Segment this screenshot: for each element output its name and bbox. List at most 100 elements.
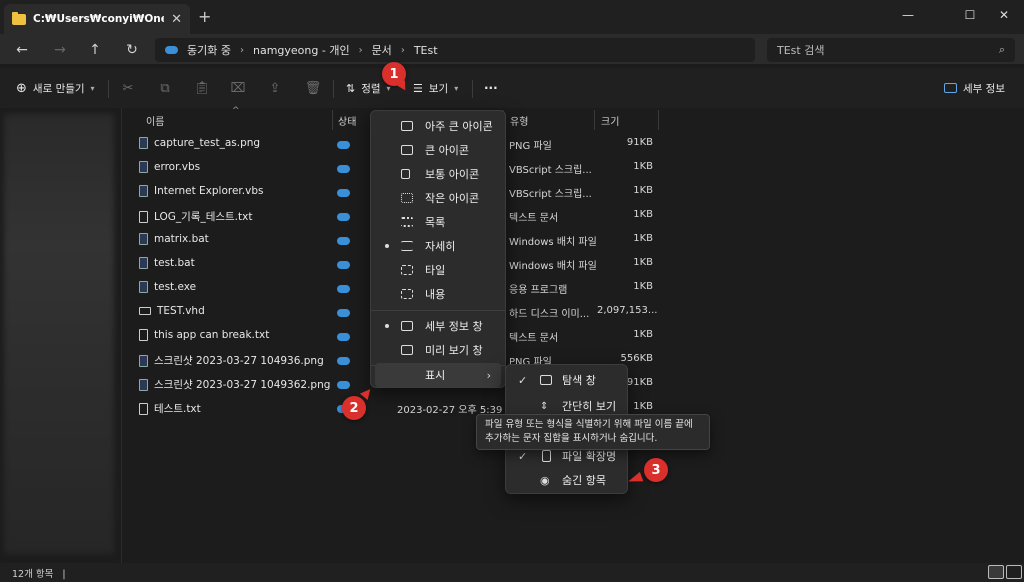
- menu-item-label: 간단히 보기: [562, 400, 617, 413]
- details-view-icon: [401, 241, 413, 251]
- search-box[interactable]: ⌕: [767, 38, 1015, 62]
- file-extension-icon: [542, 450, 551, 462]
- tab-onedrive[interactable]: C:₩Users₩conyi₩OneDrive₩ ✕: [4, 4, 190, 34]
- menu-item-content[interactable]: 내용: [375, 282, 501, 306]
- cloud-status-icon: [337, 261, 350, 269]
- step-marker-2: 2: [342, 396, 366, 420]
- file-size: 1KB: [633, 209, 653, 220]
- view-button-label: 보기: [428, 82, 449, 95]
- minimize-button[interactable]: —: [888, 4, 928, 26]
- menu-item-details[interactable]: 자세히: [375, 234, 501, 258]
- script-file-icon: [139, 185, 148, 197]
- new-button-label: 새로 만들기: [32, 82, 85, 95]
- breadcrumb-documents[interactable]: 문서: [372, 42, 392, 58]
- rename-icon[interactable]: ⌧: [230, 80, 246, 96]
- compact-view-icon: ⇕: [540, 400, 549, 412]
- menu-item-small-icons[interactable]: 작은 아이콘: [375, 186, 501, 210]
- menu-item-show[interactable]: 표시 ›: [375, 363, 501, 387]
- breadcrumb-test[interactable]: TEst: [414, 44, 438, 57]
- file-name: 테스트.txt: [154, 403, 201, 415]
- paste-icon[interactable]: 📋︎: [194, 80, 211, 96]
- column-divider[interactable]: [658, 110, 659, 130]
- toolbar-divider: [108, 80, 109, 98]
- selected-dot-icon: [385, 324, 389, 328]
- details-pane-label: 세부 정보: [963, 82, 1005, 95]
- menu-item-label: 목록: [425, 216, 446, 229]
- checkmark-icon: ✓: [518, 449, 528, 463]
- new-tab-button[interactable]: +: [198, 7, 211, 26]
- menu-divider: [371, 310, 505, 311]
- breadcrumb-account[interactable]: namgyeong - 개인: [253, 42, 350, 58]
- column-header-name[interactable]: 이름: [146, 110, 164, 130]
- large-icons-view-toggle-icon[interactable]: [1006, 565, 1022, 579]
- menu-item-medium-icons[interactable]: 보통 아이콘: [375, 162, 501, 186]
- new-button[interactable]: ⊕ 새로 만들기 ▾: [16, 78, 95, 98]
- menu-item-hidden-items[interactable]: ◉ 숨긴 항목: [510, 468, 623, 492]
- menu-item-label: 내용: [425, 288, 446, 301]
- step-marker-pointer: [626, 471, 644, 487]
- column-header-size[interactable]: 크기: [601, 110, 619, 130]
- forward-arrow-icon[interactable]: →: [50, 40, 70, 60]
- item-count-label: 12개 항목: [12, 569, 54, 580]
- menu-item-details-pane[interactable]: 세부 정보 창: [375, 314, 501, 338]
- column-header-type[interactable]: 유형: [510, 110, 528, 130]
- menu-item-large-icons[interactable]: 큰 아이콘: [375, 138, 501, 162]
- cloud-status-icon: [337, 309, 350, 317]
- menu-item-preview-pane[interactable]: 미리 보기 창: [375, 338, 501, 362]
- file-size: 2,097,153...: [597, 305, 658, 316]
- menu-item-label: 타일: [425, 264, 446, 277]
- menu-item-navigation-pane[interactable]: ✓ 탐색 창: [510, 368, 623, 392]
- close-button[interactable]: ✕: [984, 4, 1024, 26]
- details-view-toggle-icon[interactable]: [988, 565, 1004, 579]
- refresh-icon[interactable]: ↻: [122, 40, 142, 60]
- breadcrumb-sync[interactable]: 동기화 중: [187, 42, 231, 58]
- status-separator: |: [62, 569, 66, 580]
- file-size: 1KB: [633, 185, 653, 196]
- file-name: matrix.bat: [154, 233, 209, 245]
- cut-icon[interactable]: ✂: [120, 80, 136, 96]
- onedrive-cloud-icon: [165, 46, 178, 54]
- column-divider[interactable]: [594, 110, 595, 130]
- back-arrow-icon[interactable]: ←: [12, 40, 32, 60]
- file-type: Windows 배치 파일: [509, 261, 597, 272]
- cloud-status-icon: [337, 141, 350, 149]
- menu-item-list[interactable]: 목록: [375, 210, 501, 234]
- file-name: test.exe: [154, 281, 197, 293]
- column-header-status[interactable]: 상태: [338, 110, 356, 130]
- menu-item-tiles[interactable]: 타일: [375, 258, 501, 282]
- menu-item-extra-large-icons[interactable]: 아주 큰 아이콘: [375, 114, 501, 138]
- menu-item-label: 숨긴 항목: [562, 474, 606, 487]
- copy-icon[interactable]: ⧉: [157, 80, 173, 96]
- navigation-pane-icon: [540, 375, 552, 385]
- file-type: PNG 파일: [509, 141, 552, 152]
- batch-file-icon: [139, 257, 148, 269]
- up-arrow-icon[interactable]: ↑: [85, 40, 105, 60]
- image-file-icon: [139, 137, 148, 149]
- address-bar[interactable]: 동기화 중 › namgyeong - 개인 › 문서 › TEst: [155, 38, 755, 62]
- search-input[interactable]: [777, 43, 977, 57]
- share-icon[interactable]: ⇪: [267, 80, 283, 96]
- chevron-down-icon: ▾: [454, 83, 459, 93]
- list-view-icon: ☰: [413, 81, 423, 95]
- more-options-button[interactable]: ···: [484, 78, 498, 98]
- command-bar: [0, 68, 1024, 108]
- delete-icon[interactable]: 🗑︎: [305, 80, 322, 96]
- text-file-icon: [139, 402, 148, 415]
- menu-item-label: 아주 큰 아이콘: [425, 120, 493, 133]
- tab-close-icon[interactable]: ✕: [171, 12, 182, 27]
- large-icons-icon: [401, 145, 413, 155]
- content-view-icon: [401, 289, 413, 299]
- checkmark-icon: ✓: [518, 373, 528, 387]
- navigation-pane: [0, 108, 122, 563]
- details-pane-button[interactable]: 세부 정보: [944, 78, 1005, 98]
- file-size: 556KB: [620, 353, 653, 364]
- details-pane-icon: [944, 83, 957, 93]
- blurred-nav-tree: [4, 114, 114, 554]
- batch-file-icon: [139, 233, 148, 245]
- view-menu: 아주 큰 아이콘 큰 아이콘 보통 아이콘 작은 아이콘 목록 자세히 타일 내…: [370, 110, 506, 388]
- column-divider[interactable]: [332, 110, 333, 130]
- menu-item-label: 세부 정보 창: [425, 320, 483, 333]
- medium-icons-icon: [401, 169, 410, 179]
- view-button[interactable]: ☰ 보기 ▾: [413, 78, 458, 98]
- disk-image-icon: [139, 307, 151, 315]
